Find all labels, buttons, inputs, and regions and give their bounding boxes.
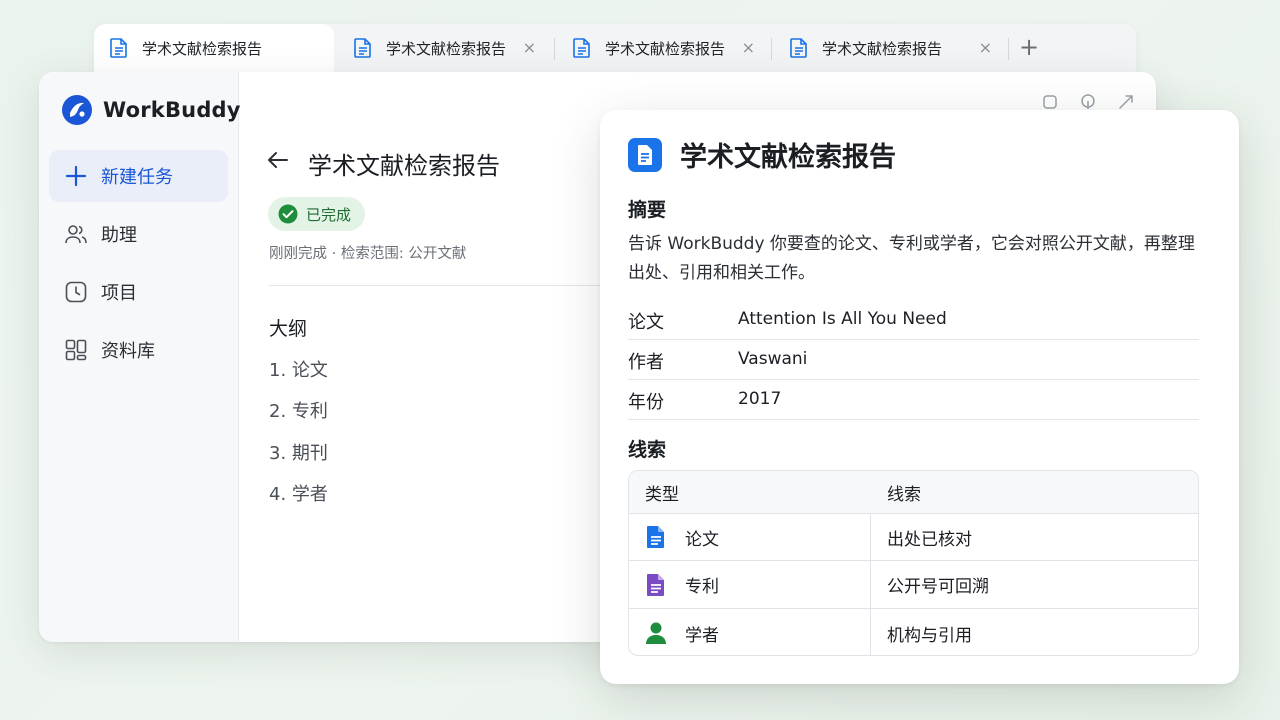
close-icon[interactable]: × — [742, 38, 755, 58]
row-clue: 机构与引用 — [887, 625, 972, 646]
status-text: 已完成 — [306, 205, 352, 224]
plus-icon — [65, 165, 87, 187]
window-toolbar — [1040, 92, 1136, 112]
close-icon[interactable]: × — [979, 38, 992, 58]
field-value: 2017 — [738, 389, 782, 409]
document-icon — [573, 38, 590, 58]
clues-heading: 线索 — [628, 439, 667, 461]
sidebar-item-label: 助理 — [101, 225, 137, 246]
document-icon — [628, 137, 662, 172]
tab-1[interactable]: 学术文献检索报告 — [94, 24, 334, 72]
clock-icon — [65, 281, 87, 303]
document-icon — [110, 38, 127, 58]
outline-item[interactable]: 4. 学者 — [269, 480, 328, 506]
outline-item[interactable]: 2. 专利 — [269, 397, 328, 423]
new-tab-button[interactable]: + — [1014, 32, 1044, 62]
tab-separator — [1008, 38, 1009, 60]
document-icon — [647, 526, 664, 548]
check-circle-icon — [278, 204, 298, 224]
share-icon[interactable] — [1116, 92, 1136, 112]
workbuddy-logo-icon — [62, 95, 92, 125]
report-preview-card: 学术文献检索报告 摘要 告诉 WorkBuddy 你要查的论文、专利或学者，它会… — [600, 110, 1239, 684]
row-clue: 公开号可回溯 — [887, 577, 989, 597]
summary-text: 告诉 WorkBuddy 你要查的论文、专利或学者，它会对照公开文献，再整理出处… — [628, 234, 1195, 283]
tab-4[interactable]: 学术文献检索报告 × — [774, 24, 1006, 72]
outline-item[interactable]: 3. 期刊 — [269, 439, 328, 465]
row-type: 论文 — [685, 529, 719, 550]
tab-3[interactable]: 学术文献检索报告 × — [557, 24, 769, 72]
patent-document-icon — [647, 573, 664, 596]
tab-strip: 学术文献检索报告 学术文献检索报告 × 学术文献检索报告 × 学术文献检索报告 … — [94, 24, 1136, 74]
field-key: 年份 — [628, 392, 664, 413]
row-type: 专利 — [685, 577, 719, 597]
tab-2[interactable]: 学术文献检索报告 × — [338, 24, 550, 72]
document-icon — [354, 38, 371, 58]
field-key: 作者 — [628, 352, 664, 373]
table-header: 类型 线索 — [629, 471, 1198, 513]
table-row[interactable]: 专利 公开号可回溯 — [629, 560, 1198, 608]
document-icon — [790, 38, 807, 58]
sidebar-item-label: 新建任务 — [101, 167, 173, 188]
field-key: 论文 — [628, 312, 664, 333]
sidebar-item-assistant[interactable]: 助理 — [49, 208, 228, 260]
link-icon[interactable] — [1078, 92, 1098, 112]
grid-icon — [65, 339, 87, 361]
tab-label: 学术文献检索报告 — [386, 39, 507, 58]
row-type: 学者 — [685, 625, 719, 646]
column-header: 线索 — [887, 484, 921, 505]
outline-item[interactable]: 1. 论文 — [269, 356, 328, 382]
field-row-paper: 论文 Attention Is All You Need — [628, 300, 1199, 340]
field-value: Attention Is All You Need — [738, 309, 947, 329]
brand-name: WorkBuddy — [103, 98, 241, 122]
sidebar-item-new-task[interactable]: 新建任务 — [49, 150, 228, 202]
card-title: 学术文献检索报告 — [680, 142, 896, 173]
sidebar-item-label: 资料库 — [101, 341, 155, 362]
sidebar-item-library[interactable]: 资料库 — [49, 324, 228, 376]
tab-label: 学术文献检索报告 — [142, 39, 263, 58]
column-header: 类型 — [645, 484, 679, 505]
tab-separator — [554, 38, 555, 60]
clues-table: 类型 线索 论文 出处已核对 专利 公开号可回溯 学者 机构与引用 — [628, 470, 1199, 656]
tab-label: 学术文献检索报告 — [822, 39, 943, 58]
outline-heading: 大纲 — [269, 318, 308, 340]
field-value: Vaswani — [738, 349, 808, 369]
copy-icon[interactable] — [1040, 92, 1060, 112]
page-title: 学术文献检索报告 — [308, 152, 500, 180]
field-row-author: 作者 Vaswani — [628, 340, 1199, 380]
sidebar: WorkBuddy 新建任务 助理 项目 资料库 — [39, 72, 241, 642]
back-arrow-icon[interactable] — [266, 148, 290, 172]
sidebar-item-projects[interactable]: 项目 — [49, 266, 228, 318]
tab-label: 学术文献检索报告 — [605, 39, 726, 58]
status-badge: 已完成 — [268, 197, 366, 231]
summary-heading: 摘要 — [628, 199, 667, 221]
person-icon — [646, 622, 666, 644]
table-row[interactable]: 学者 机构与引用 — [629, 608, 1198, 655]
field-row-year: 年份 2017 — [628, 380, 1199, 420]
sidebar-item-label: 项目 — [101, 283, 137, 304]
close-icon[interactable]: × — [523, 38, 536, 58]
brand[interactable]: WorkBuddy — [61, 94, 241, 126]
tab-separator — [771, 38, 772, 60]
people-icon — [65, 225, 87, 244]
task-meta: 刚刚完成 · 检索范围: 公开文献 — [269, 246, 467, 262]
row-clue: 出处已核对 — [887, 529, 972, 550]
table-row[interactable]: 论文 出处已核对 — [629, 513, 1198, 560]
card-header: 学术文献检索报告 — [628, 135, 896, 174]
